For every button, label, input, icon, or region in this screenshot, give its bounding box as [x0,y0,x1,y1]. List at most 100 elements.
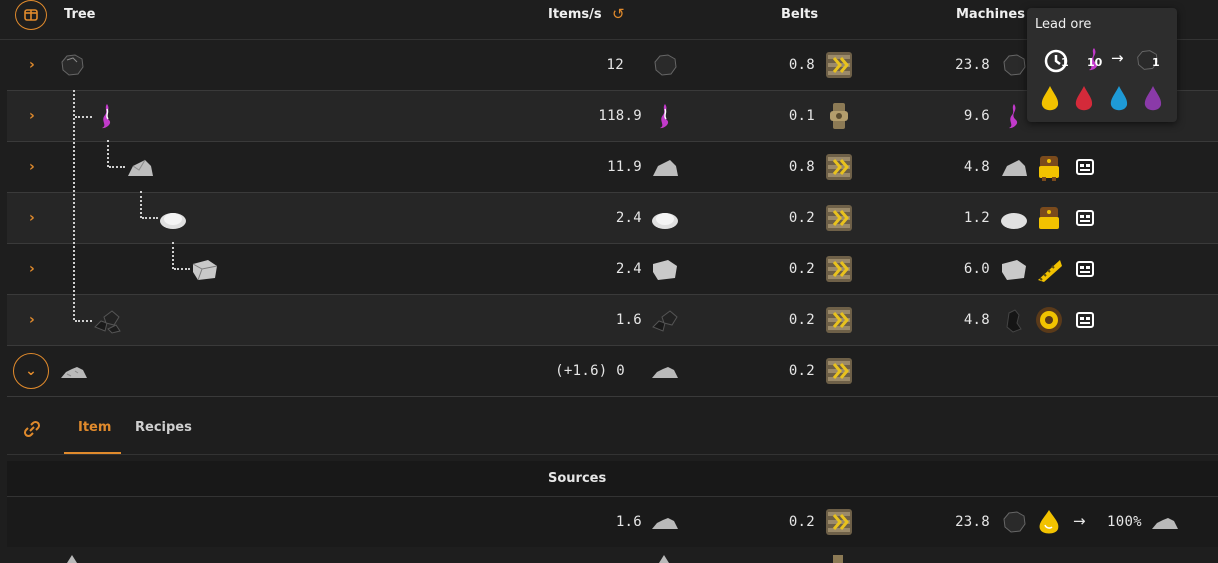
items-column-header[interactable]: Items/s [548,7,602,22]
collapse-chevron-icon[interactable]: ⌄ [13,353,49,389]
gravel-icon [652,518,678,529]
recipe-image-icon[interactable] [1070,305,1100,335]
belt-count: 0.1 [788,108,815,124]
pipe-icon [833,555,843,563]
red-drop-icon [1075,86,1093,111]
yellow-machine-icon [1039,207,1059,229]
belts-column-header: Belts [781,7,819,22]
output-quantity: 1 [1152,56,1160,69]
belt-icon [826,307,852,333]
gravel-icon [659,555,669,563]
table-row: › 1.6 0.2 4.8 [7,295,1218,346]
items-per-second: 1.6 [615,312,642,328]
white-powder-icon [652,213,678,229]
stone-block-icon [192,260,218,281]
items-per-second: 118.9 [598,108,642,124]
items-per-second: (+1.6) 0 [555,363,625,379]
table-row: › 2.4 0.2 1.2 [7,193,1218,244]
items-per-second: 2.4 [615,261,642,277]
stone-pile-icon [653,160,678,176]
stone-pile-icon [1002,160,1027,176]
expand-chevron-icon[interactable]: › [29,159,35,175]
belt-icon [826,205,852,231]
tree-connector [73,90,75,320]
blue-drop-icon [1110,86,1128,111]
source-row: 1.6 0.2 23.8 → 100% [7,497,1218,548]
belt-icon [826,509,852,535]
tree-column-header: Tree [64,7,96,22]
belt-icon [826,154,852,180]
purple-flame-icon [660,104,669,129]
white-powder-icon [1001,213,1027,229]
output-percent: 100% [1107,514,1142,530]
belt-count: 0.2 [788,210,815,226]
belt-count: 0.8 [788,57,815,73]
stone-block-icon [653,260,677,280]
coal-icon [94,310,121,334]
expand-chevron-icon[interactable]: › [29,210,35,226]
expand-chevron-icon[interactable]: › [29,57,35,73]
tree-connector [75,116,92,118]
belt-icon [826,358,852,384]
items-per-second: 1.6 [615,514,642,530]
gravel-icon [1152,518,1178,529]
tree-connector [142,217,158,219]
tree-connector [172,242,174,269]
tab-recipes[interactable]: Recipes [135,420,192,435]
sources-header: Sources [7,461,1218,497]
lead-ore-icon [1003,54,1026,76]
recipe-image-icon[interactable] [1070,254,1100,284]
tree-connector [107,140,109,167]
lead-ore-icon [1003,511,1026,533]
input-quantity: 10 [1087,56,1103,69]
lead-ore-icon [61,54,84,76]
gravel-icon [67,555,77,563]
yellow-drop-icon [1039,510,1059,534]
yellow-drop-icon [1041,86,1059,111]
time-value: 1 [1061,56,1069,69]
belt-icon [826,256,852,282]
tree-connector [174,268,190,270]
divider [7,454,1218,455]
columns-icon [24,9,38,21]
machines-column-header: Machines [956,7,1025,22]
sources-title: Sources [548,471,607,486]
stone-pile-icon [128,159,153,176]
reset-icon[interactable]: ↺ [612,5,625,23]
table-row: › 11.9 0.8 4.8 [7,142,1218,193]
machine-count: 1.2 [963,210,990,226]
recipe-image-icon[interactable] [1070,203,1100,233]
arrow-right-icon: → [1111,49,1124,67]
pipe-icon [830,103,848,129]
detail-tabs: Item Recipes [7,404,1218,454]
expand-chevron-icon[interactable]: › [29,108,35,124]
machine-count: 9.6 [963,108,990,124]
machine-count: 23.8 [955,57,990,73]
link-icon[interactable] [23,420,41,438]
machine-count: 4.8 [963,312,990,328]
recipe-image-icon[interactable] [1070,152,1100,182]
tab-item[interactable]: Item [78,420,111,435]
toggle-columns-button[interactable] [15,0,47,30]
dark-ore-icon [1006,309,1022,333]
tree-connector [140,191,142,218]
purple-flame-icon [102,104,111,129]
tree-connector [75,320,92,322]
items-per-second: 2.4 [615,210,642,226]
belt-count: 0.2 [788,514,815,530]
belt-icon [826,52,852,78]
expand-chevron-icon[interactable]: › [29,261,35,277]
belt-count: 0.2 [788,261,815,277]
items-per-second: 12 [606,57,624,73]
tooltip-title: Lead ore [1035,17,1092,32]
machine-count: 23.8 [955,514,990,530]
saw-machine-icon [1038,260,1062,282]
recipe-tooltip: Lead ore 1 10 → 1 [1027,8,1177,122]
arrow-right-icon: → [1073,512,1086,530]
purple-drop-icon [1144,86,1162,111]
belt-count: 0.2 [788,363,815,379]
coal-icon [652,310,678,332]
expand-chevron-icon[interactable]: › [29,312,35,328]
machine-count: 4.8 [963,159,990,175]
machine-count: 6.0 [963,261,990,277]
